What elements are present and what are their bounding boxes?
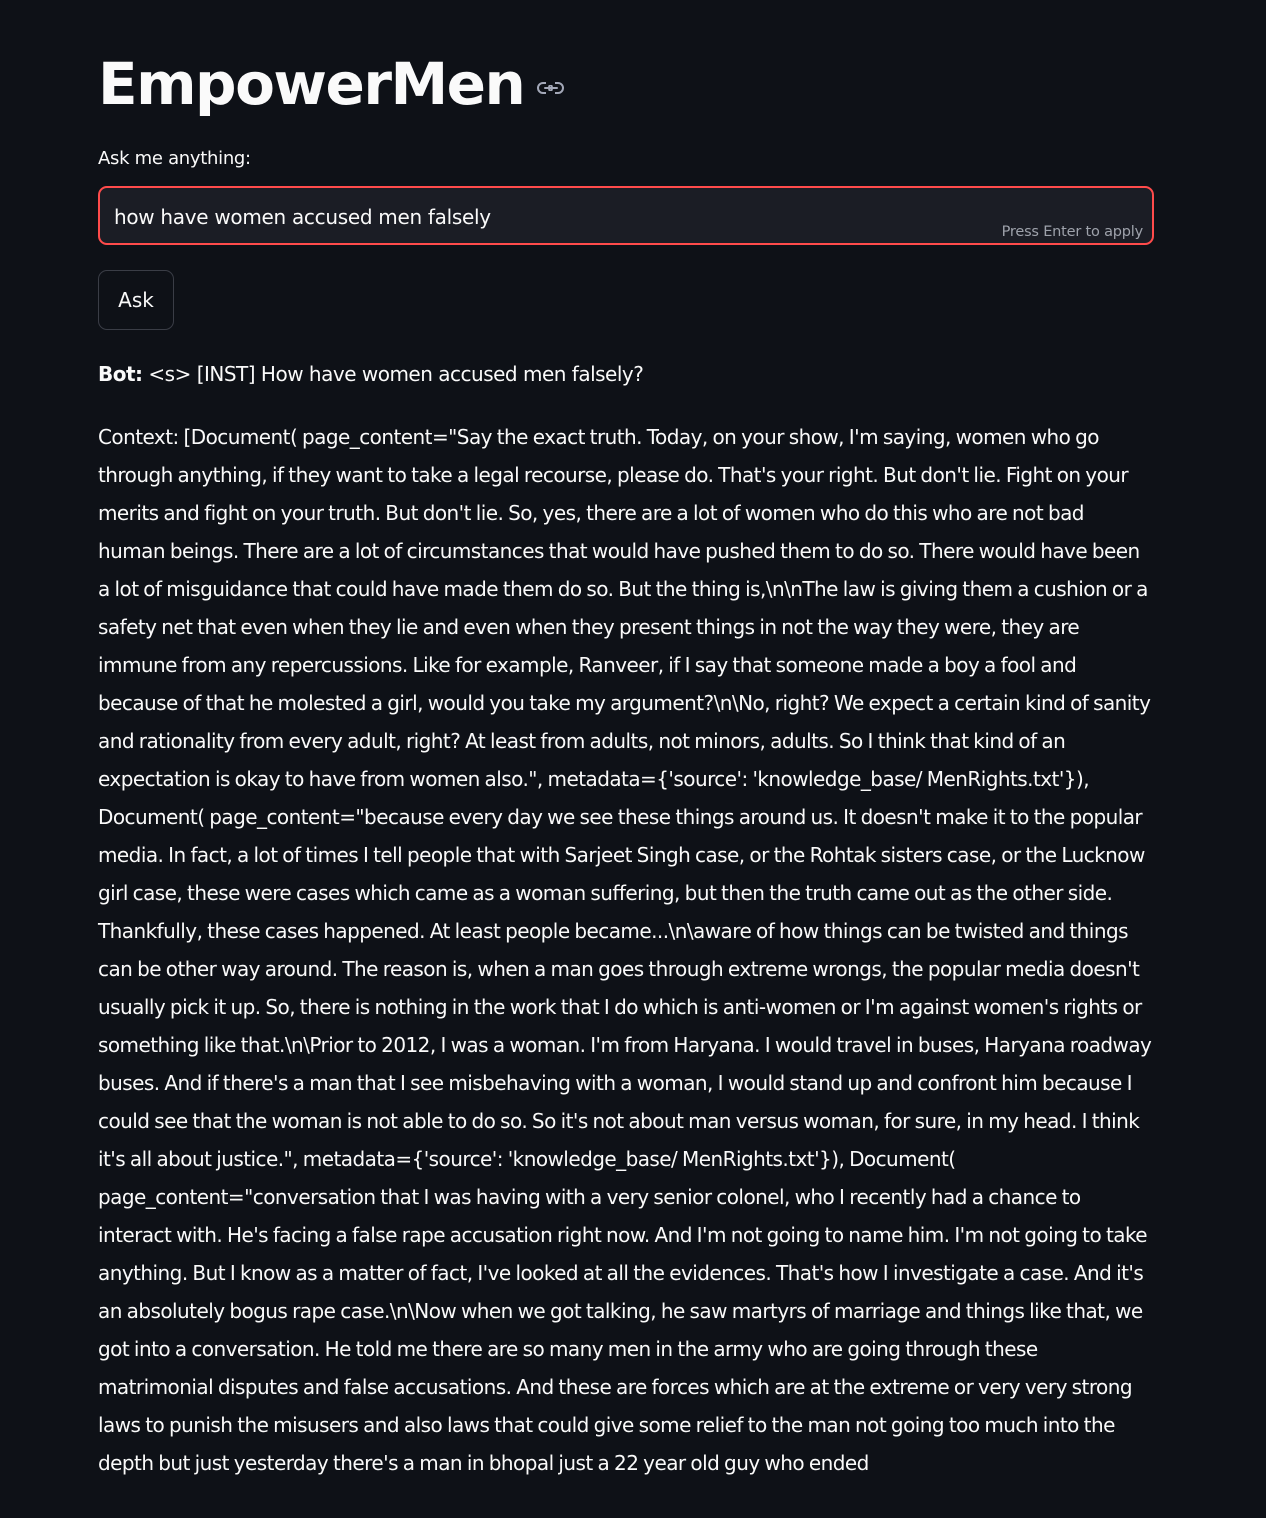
query-label: Ask me anything:: [98, 148, 251, 169]
query-field[interactable]: Press Enter to apply: [98, 186, 1154, 245]
title-row: EmpowerMen: [98, 44, 566, 124]
bot-response-context: Context: [Document( page_content="Say th…: [98, 425, 1152, 1475]
page-title: EmpowerMen: [98, 50, 526, 118]
input-hint: Press Enter to apply: [1001, 224, 1144, 240]
query-input[interactable]: [112, 188, 976, 245]
ask-button[interactable]: Ask: [98, 270, 174, 330]
link-icon[interactable]: [536, 78, 566, 98]
bot-question: <s> [INST] How have women accused men fa…: [142, 362, 644, 386]
bot-label: Bot:: [98, 362, 143, 386]
bot-response-header: Bot: <s> [INST] How have women accused m…: [98, 356, 1158, 392]
